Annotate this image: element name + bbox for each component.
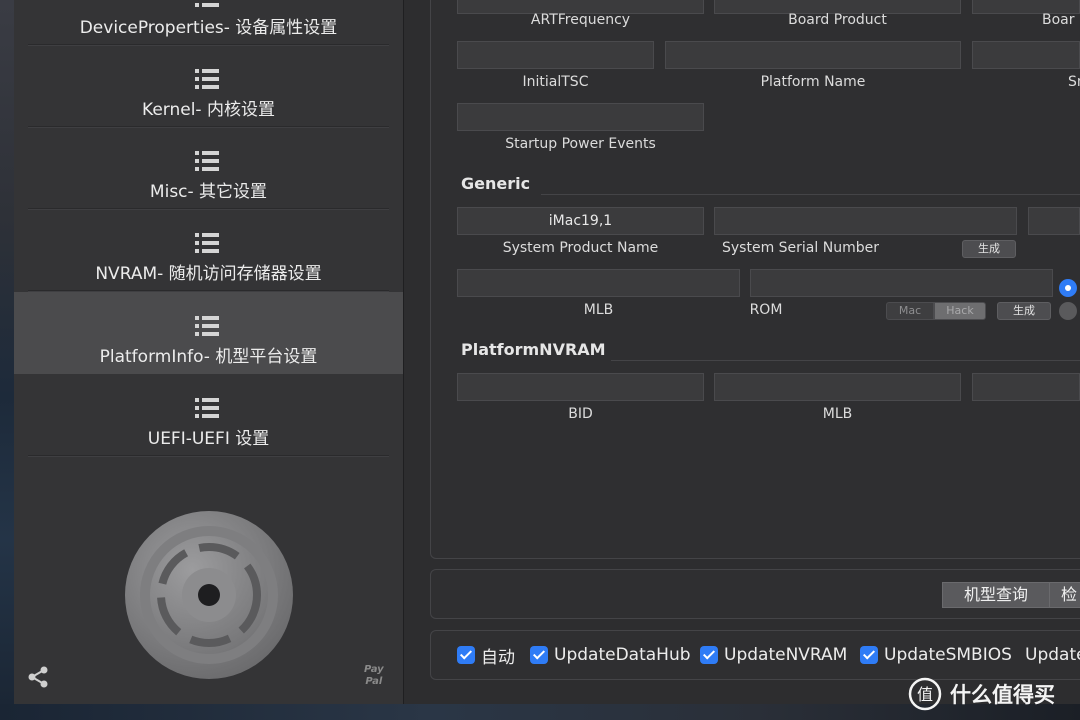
paypal-text-line1: Pay: [364, 664, 384, 675]
startup-power-events-field[interactable]: [457, 103, 704, 131]
checkbox-label: UpdateNVRAM: [724, 645, 848, 665]
art-frequency-label: ARTFrequency: [530, 12, 631, 28]
board-label: Boar: [1042, 12, 1075, 28]
radio-selected[interactable]: [1059, 279, 1077, 297]
divider: [541, 194, 1080, 195]
nvram-mlb-field[interactable]: [714, 373, 961, 401]
sidebar-item-label: UEFI-UEFI 设置: [147, 429, 270, 449]
list-icon: [195, 0, 219, 7]
system-product-name-label: System Product Name: [502, 240, 659, 256]
divider: [611, 360, 1080, 361]
checkmark-icon: [700, 646, 718, 664]
sm-label: Sm: [1068, 74, 1080, 90]
sidebar-item-kernel[interactable]: Kernel- 内核设置: [14, 45, 403, 127]
opencore-disc-icon: [125, 511, 293, 679]
list-icon: [195, 398, 219, 418]
sidebar-item-misc[interactable]: Misc- 其它设置: [14, 127, 403, 209]
sidebar-item-platforminfo[interactable]: PlatformInfo- 机型平台设置: [14, 292, 403, 374]
share-icon[interactable]: [27, 666, 49, 688]
platform-name-label: Platform Name: [760, 74, 866, 90]
generate-serial-button[interactable]: 生成: [962, 240, 1016, 258]
list-icon: [195, 151, 219, 171]
initial-tsc-label: InitialTSC: [522, 74, 589, 90]
checkmark-icon: [530, 646, 548, 664]
startup-power-events-label: Startup Power Events: [505, 136, 656, 152]
nvram-rom-field[interactable]: [972, 373, 1080, 401]
logo-glyph: 值: [917, 685, 933, 704]
model-query-button[interactable]: 机型查询: [942, 582, 1050, 608]
desktop-wallpaper-left: [0, 0, 14, 720]
rom-mac-segment[interactable]: Mac: [886, 302, 934, 320]
checkbox-label: UpdateDataHub: [554, 645, 691, 665]
mlb-field[interactable]: [457, 269, 740, 297]
list-icon: [195, 69, 219, 89]
sidebar-item-label: Kernel- 内核设置: [142, 100, 275, 120]
sidebar-item-nvram[interactable]: NVRAM- 随机访问存储器设置: [14, 209, 403, 291]
checkmark-icon: [457, 646, 475, 664]
divider: [28, 455, 389, 456]
checkmark-icon: [860, 646, 878, 664]
sidebar-item-uefi[interactable]: UEFI-UEFI 设置: [14, 374, 403, 456]
mlb-label: MLB: [583, 302, 614, 318]
update-other-checkbox[interactable]: Update: [1025, 645, 1080, 665]
divider: [28, 290, 389, 291]
checkbox-label: 自动: [481, 647, 515, 668]
list-icon: [195, 233, 219, 253]
sidebar: DeviceProperties- 设备属性设置 Kernel- 内核设置 Mi…: [14, 0, 404, 704]
system-serial-number-field[interactable]: [714, 207, 1017, 235]
checkbox-label: Update: [1025, 645, 1080, 665]
rom-label: ROM: [749, 302, 783, 318]
checkbox-label: UpdateSMBIOS: [884, 645, 1012, 665]
generate-rom-button[interactable]: 生成: [997, 302, 1051, 320]
board-product-label: Board Product: [788, 12, 887, 28]
check-button[interactable]: 检: [1049, 582, 1080, 608]
sidebar-item-label: Misc- 其它设置: [149, 182, 268, 202]
system-product-name-field[interactable]: iMac19,1: [457, 207, 704, 235]
watermark: 值 什么值得买: [908, 674, 1055, 714]
smzdm-logo-icon: 值: [908, 677, 942, 711]
watermark-text: 什么值得买: [950, 683, 1055, 707]
paypal-text-line2: Pal: [365, 676, 383, 687]
rom-hack-segment[interactable]: Hack: [934, 302, 986, 320]
sidebar-item-label: NVRAM- 随机访问存储器设置: [95, 264, 322, 284]
radio-unselected[interactable]: [1059, 302, 1077, 320]
update-datahub-checkbox[interactable]: UpdateDataHub: [530, 645, 691, 665]
paypal-logo[interactable]: Pay Pal: [364, 664, 384, 688]
app-window: DeviceProperties- 设备属性设置 Kernel- 内核设置 Mi…: [14, 0, 1080, 704]
list-icon: [195, 316, 219, 336]
system-uuid-field[interactable]: [1028, 207, 1080, 235]
platform-nvram-section-title: PlatformNVRAM: [461, 340, 606, 359]
auto-checkbox[interactable]: 自动: [457, 645, 515, 668]
bid-field[interactable]: [457, 373, 704, 401]
initial-tsc-field[interactable]: [457, 41, 654, 69]
rom-field[interactable]: [750, 269, 1053, 297]
update-smbios-checkbox[interactable]: UpdateSMBIOS: [860, 645, 1012, 665]
platform-name-field[interactable]: [665, 41, 961, 69]
sidebar-item-label: PlatformInfo- 机型平台设置: [99, 347, 318, 367]
generic-section-title: Generic: [461, 174, 531, 193]
sidebar-item-label: DeviceProperties- 设备属性设置: [79, 18, 338, 38]
nvram-mlb-label: MLB: [822, 406, 853, 422]
bid-label: BID: [568, 406, 593, 422]
sm-field[interactable]: [972, 41, 1080, 69]
update-nvram-checkbox[interactable]: UpdateNVRAM: [700, 645, 847, 665]
sidebar-item-deviceproperties[interactable]: DeviceProperties- 设备属性设置: [14, 0, 403, 45]
system-serial-number-label: System Serial Number: [722, 240, 879, 256]
